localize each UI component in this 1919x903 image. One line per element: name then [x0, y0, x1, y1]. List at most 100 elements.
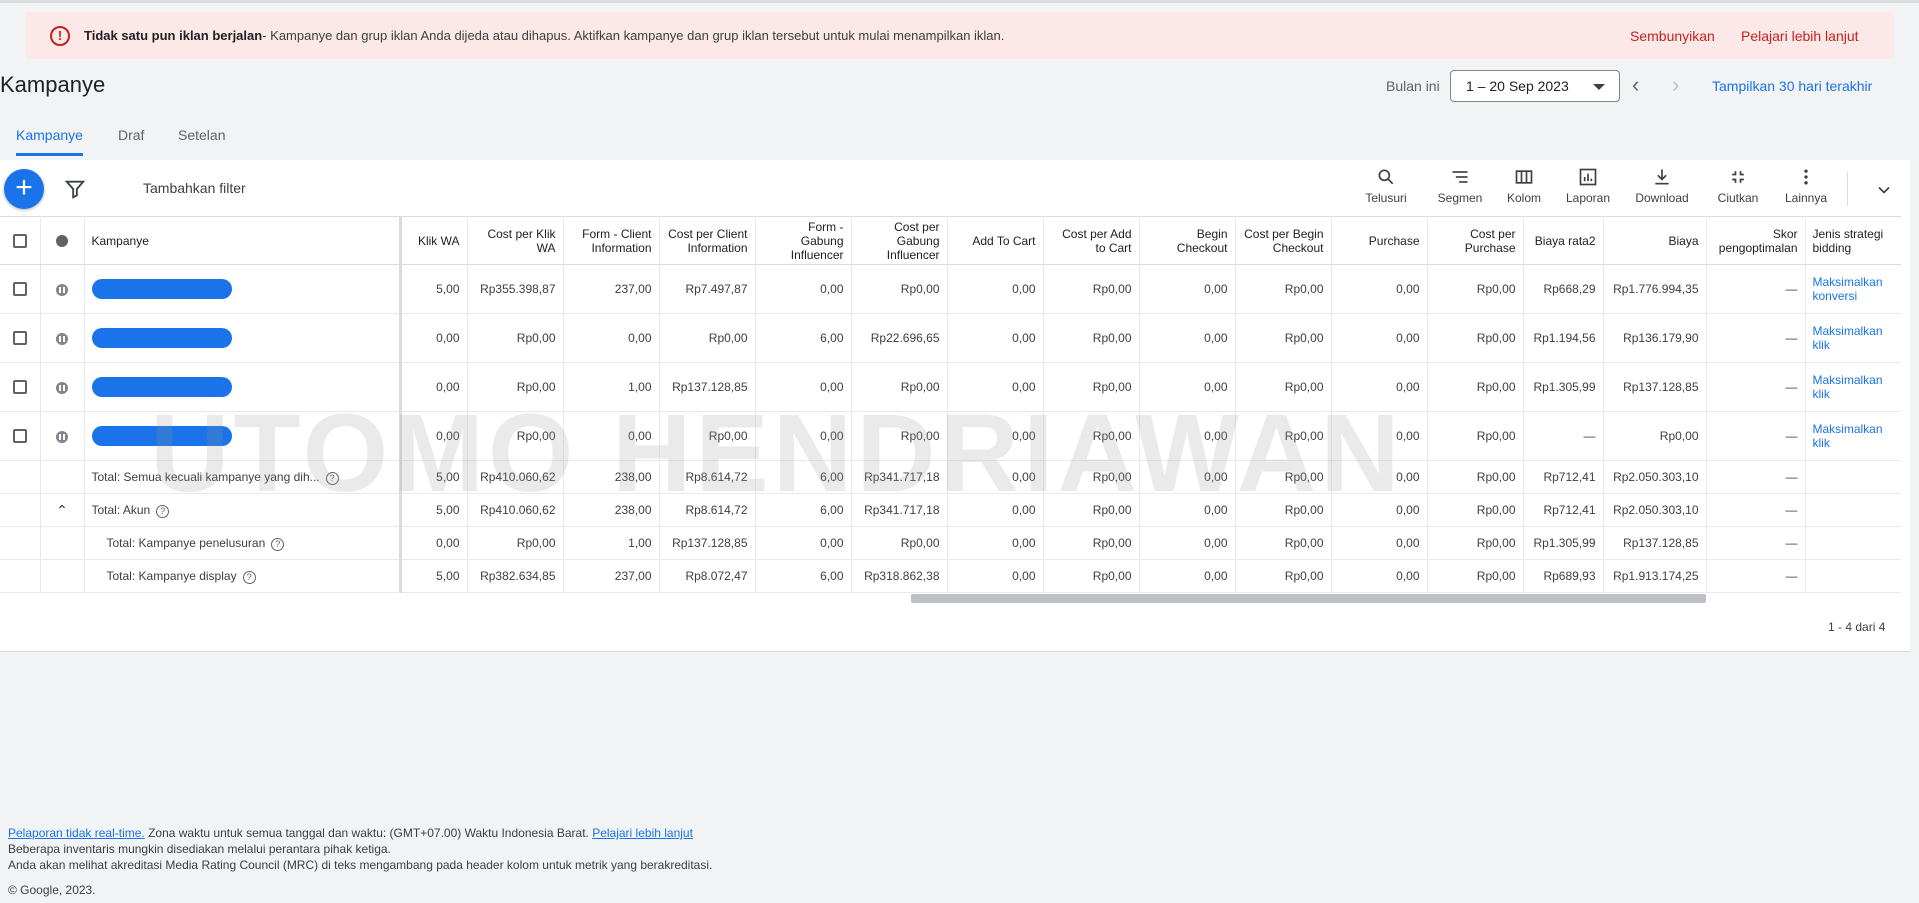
- cell: 0,00: [1139, 559, 1236, 593]
- campaign-name-redacted[interactable]: [91, 328, 232, 348]
- col-header[interactable]: Purchase: [1331, 216, 1428, 265]
- col-header[interactable]: Cost per Klik WA: [467, 216, 564, 265]
- help-icon[interactable]: ?: [242, 570, 256, 584]
- col-header[interactable]: Biaya: [1603, 216, 1707, 265]
- col-header[interactable]: Cost per Add to Cart: [1043, 216, 1140, 265]
- col-header[interactable]: Cost per Begin Checkout: [1235, 216, 1332, 265]
- segment-tool-button[interactable]: Segmen: [1430, 167, 1490, 207]
- col-header[interactable]: Add To Cart: [947, 216, 1044, 265]
- help-icon[interactable]: ?: [271, 537, 285, 551]
- collapse-tool-button[interactable]: Ciutkan: [1708, 167, 1768, 207]
- paused-status-icon[interactable]: [56, 430, 68, 443]
- campaign-name-redacted[interactable]: [91, 279, 232, 299]
- cell: 238,00: [563, 460, 660, 494]
- search-tool-button[interactable]: Telusuri: [1356, 167, 1416, 207]
- campaign-name-redacted[interactable]: [91, 377, 232, 397]
- next-period-icon[interactable]: ›: [1672, 74, 1679, 96]
- cell: 0,00: [947, 313, 1044, 363]
- total-row: Total: Semua kecuali kampanye yang dih..…: [0, 460, 1901, 494]
- cell: 237,00: [563, 559, 660, 593]
- cell: 0,00: [1139, 362, 1236, 412]
- cell: —: [1706, 313, 1806, 363]
- row-checkbox[interactable]: [12, 331, 27, 346]
- reports-tool-button[interactable]: Laporan: [1558, 167, 1618, 207]
- table-header-row: Kampanye Klik WA Cost per Klik WA Form -…: [0, 216, 1901, 265]
- bidding-strategy-link[interactable]: Maksimalkan konversi: [1813, 275, 1895, 303]
- tool-label: Kolom: [1506, 191, 1541, 205]
- help-icon[interactable]: ?: [156, 504, 170, 518]
- cell: Rp0,00: [1235, 559, 1332, 593]
- realtime-info-link[interactable]: Pelaporan tidak real-time.: [8, 826, 145, 840]
- col-header[interactable]: Jenis strategi bidding: [1805, 216, 1901, 265]
- cell: 6,00: [755, 559, 852, 593]
- cell: Rp0,00: [1427, 559, 1524, 593]
- col-header[interactable]: Cost per Gabung Influencer: [851, 216, 948, 265]
- table-row: 0,00 Rp0,00 0,00 Rp0,00 0,00 Rp0,00 0,00…: [0, 411, 1901, 461]
- download-icon: [1655, 169, 1669, 185]
- cell: 0,00: [947, 559, 1044, 593]
- select-all-checkbox[interactable]: [12, 233, 27, 248]
- filter-icon[interactable]: [64, 178, 86, 200]
- show-last-30-days-link[interactable]: Tampilkan 30 hari terakhir: [1712, 78, 1872, 94]
- segment-icon: [1452, 171, 1468, 183]
- tab-setelan[interactable]: Setelan: [178, 127, 225, 153]
- row-checkbox[interactable]: [12, 380, 27, 395]
- cell: Rp0,00: [1043, 264, 1140, 314]
- total-row: Total: Kampanye penelusuran? 0,00 Rp0,00…: [0, 526, 1901, 560]
- bidding-strategy-link[interactable]: Maksimalkan klik: [1813, 373, 1895, 401]
- col-header[interactable]: Klik WA: [400, 216, 468, 265]
- reports-icon: [1579, 168, 1597, 186]
- download-tool-button[interactable]: Download: [1632, 167, 1692, 207]
- cell: Rp0,00: [467, 411, 564, 461]
- add-filter-button[interactable]: Tambahkan filter: [143, 180, 246, 196]
- paused-status-icon[interactable]: [56, 381, 68, 394]
- col-header[interactable]: Cost per Purchase: [1427, 216, 1524, 265]
- row-checkbox[interactable]: [12, 282, 27, 297]
- row-checkbox[interactable]: [12, 429, 27, 444]
- horizontal-scrollbar[interactable]: [911, 594, 1706, 603]
- prev-period-icon[interactable]: ‹: [1632, 74, 1639, 96]
- col-header[interactable]: Form - Client Information: [563, 216, 660, 265]
- cell: Rp712,41: [1523, 460, 1604, 494]
- chevron-down-icon[interactable]: [1874, 180, 1894, 200]
- bidding-strategy-link[interactable]: Maksimalkan klik: [1813, 324, 1895, 352]
- hide-alert-button[interactable]: Sembunyikan: [1630, 28, 1715, 44]
- cell: 0,00: [1139, 264, 1236, 314]
- footer-line-2: Beberapa inventaris mungkin disediakan m…: [8, 842, 391, 856]
- add-campaign-button[interactable]: +: [4, 169, 44, 209]
- cell: 0,00: [755, 411, 852, 461]
- cell: 5,00: [400, 264, 468, 314]
- date-range-select[interactable]: 1 – 20 Sep 2023: [1450, 70, 1620, 102]
- cell: Rp7.497,87: [659, 264, 756, 314]
- cell: 0,00: [400, 313, 468, 363]
- bidding-strategy-link[interactable]: Maksimalkan klik: [1813, 422, 1895, 450]
- tool-label: Download: [1635, 191, 1689, 205]
- tool-label: Segmen: [1437, 191, 1483, 205]
- cell: 0,00: [947, 411, 1044, 461]
- footer-learn-more-link[interactable]: Pelajari lebih lanjut: [592, 826, 693, 840]
- columns-tool-button[interactable]: Kolom: [1494, 167, 1554, 207]
- col-header[interactable]: Form - Gabung Influencer: [755, 216, 852, 265]
- cell: —: [1706, 526, 1806, 560]
- total-label: Total: Kampanye display: [106, 568, 237, 583]
- cell: Rp689,93: [1523, 559, 1604, 593]
- cell: —: [1706, 411, 1806, 461]
- col-header-campaign[interactable]: Kampanye: [84, 216, 402, 265]
- tab-draf[interactable]: Draf: [118, 127, 144, 153]
- paused-status-icon[interactable]: [56, 283, 68, 296]
- paused-status-icon[interactable]: [56, 332, 68, 345]
- cell: 0,00: [400, 362, 468, 412]
- campaign-name-redacted[interactable]: [91, 426, 232, 446]
- cell: Rp318.862,38: [851, 559, 948, 593]
- col-header[interactable]: Cost per Client Information: [659, 216, 756, 265]
- alert-learn-more-link[interactable]: Pelajari lebih lanjut: [1741, 28, 1859, 44]
- help-icon[interactable]: ?: [325, 471, 339, 485]
- cell: Rp0,00: [1427, 411, 1524, 461]
- col-header[interactable]: Begin Checkout: [1139, 216, 1236, 265]
- col-header[interactable]: Biaya rata2: [1523, 216, 1604, 265]
- cell: Rp382.634,85: [467, 559, 564, 593]
- chevron-up-icon[interactable]: ⌃: [56, 502, 68, 518]
- more-tool-button[interactable]: Lainnya: [1776, 167, 1836, 207]
- col-header[interactable]: Skor pengoptimalan: [1706, 216, 1806, 265]
- tab-kampanye[interactable]: Kampanye: [16, 127, 83, 156]
